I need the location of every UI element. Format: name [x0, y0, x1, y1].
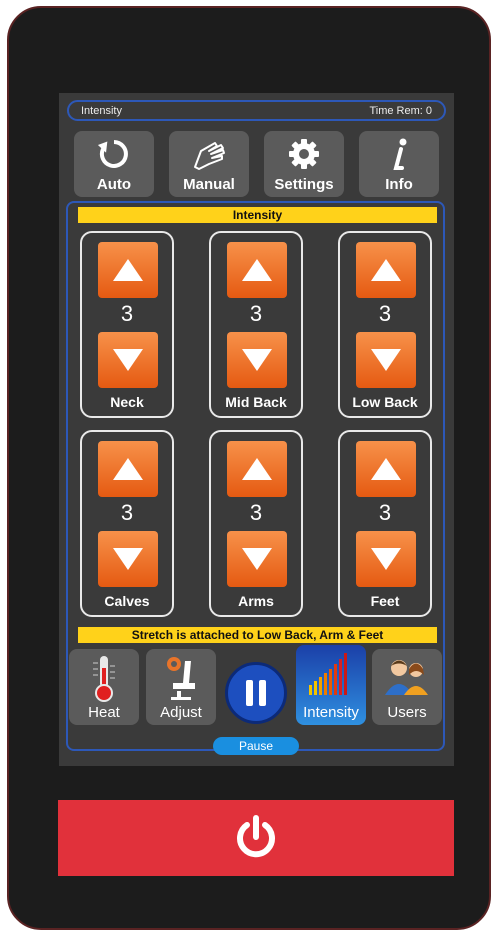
pause-button[interactable]	[225, 662, 287, 724]
info-button[interactable]: Info	[359, 131, 439, 197]
arrow-up-icon	[113, 458, 143, 480]
low-back-label: Low Back	[352, 394, 418, 410]
calves-decrease-button[interactable]	[98, 531, 158, 587]
panel-title: Intensity	[78, 207, 437, 223]
arms-label: Arms	[238, 593, 274, 609]
arrow-down-icon	[242, 548, 272, 570]
intensity-bars-icon	[309, 653, 347, 695]
auto-button[interactable]: Auto	[74, 131, 154, 197]
neck-increase-button[interactable]	[98, 242, 158, 298]
gear-icon	[264, 137, 344, 171]
manual-button[interactable]: Manual	[169, 131, 249, 197]
calves-increase-button[interactable]	[98, 441, 158, 497]
mode-label: Intensity	[81, 105, 122, 117]
arrow-up-icon	[242, 458, 272, 480]
zone-mid-back: 3 Mid Back	[209, 231, 303, 418]
stretch-note: Stretch is attached to Low Back, Arm & F…	[78, 627, 437, 643]
hand-icon	[169, 137, 249, 171]
arrow-down-icon	[113, 548, 143, 570]
feet-decrease-button[interactable]	[356, 531, 416, 587]
arrow-up-icon	[371, 259, 401, 281]
chair-gear-icon	[167, 657, 195, 700]
neck-label: Neck	[110, 394, 144, 410]
low-back-decrease-button[interactable]	[356, 332, 416, 388]
arms-value: 3	[249, 500, 263, 525]
status-bar: Intensity Time Rem: 0	[67, 100, 446, 121]
heat-button[interactable]: Heat	[69, 649, 139, 725]
pause-icon	[246, 680, 266, 706]
adjust-button[interactable]: Adjust	[146, 649, 216, 725]
arrow-down-icon	[242, 349, 272, 371]
low-back-increase-button[interactable]	[356, 242, 416, 298]
time-remaining: Time Rem: 0	[369, 105, 432, 117]
neck-value: 3	[120, 301, 134, 326]
calves-label: Calves	[104, 593, 150, 609]
zone-feet: 3 Feet	[338, 430, 432, 617]
arrow-down-icon	[113, 349, 143, 371]
arrow-up-icon	[371, 458, 401, 480]
touch-screen: Intensity Time Rem: 0 Auto Manual Settin…	[59, 93, 454, 766]
feet-value: 3	[378, 500, 392, 525]
arms-decrease-button[interactable]	[227, 531, 287, 587]
power-button[interactable]	[58, 800, 454, 876]
users-button[interactable]: Users	[372, 649, 442, 725]
arrow-down-icon	[371, 349, 401, 371]
feet-increase-button[interactable]	[356, 441, 416, 497]
feet-label: Feet	[370, 593, 400, 609]
info-icon	[359, 137, 439, 171]
power-icon	[237, 815, 275, 858]
intensity-tab[interactable]: Intensity	[296, 645, 366, 725]
pause-label[interactable]: Pause	[213, 737, 299, 755]
zone-low-back: 3 Low Back	[338, 231, 432, 418]
arrow-up-icon	[113, 259, 143, 281]
arrow-up-icon	[242, 259, 272, 281]
calves-value: 3	[120, 500, 134, 525]
settings-button[interactable]: Settings	[264, 131, 344, 197]
mid-back-decrease-button[interactable]	[227, 332, 287, 388]
mid-back-label: Mid Back	[225, 394, 287, 410]
users-icon	[385, 660, 428, 695]
low-back-value: 3	[378, 301, 392, 326]
mid-back-increase-button[interactable]	[227, 242, 287, 298]
neck-decrease-button[interactable]	[98, 332, 158, 388]
zone-arms: 3 Arms	[209, 430, 303, 617]
arms-increase-button[interactable]	[227, 441, 287, 497]
zone-neck: 3 Neck	[80, 231, 174, 418]
thermometer-icon	[93, 656, 115, 702]
refresh-icon	[74, 137, 154, 171]
zone-calves: 3 Calves	[80, 430, 174, 617]
arrow-down-icon	[371, 548, 401, 570]
mid-back-value: 3	[249, 301, 263, 326]
